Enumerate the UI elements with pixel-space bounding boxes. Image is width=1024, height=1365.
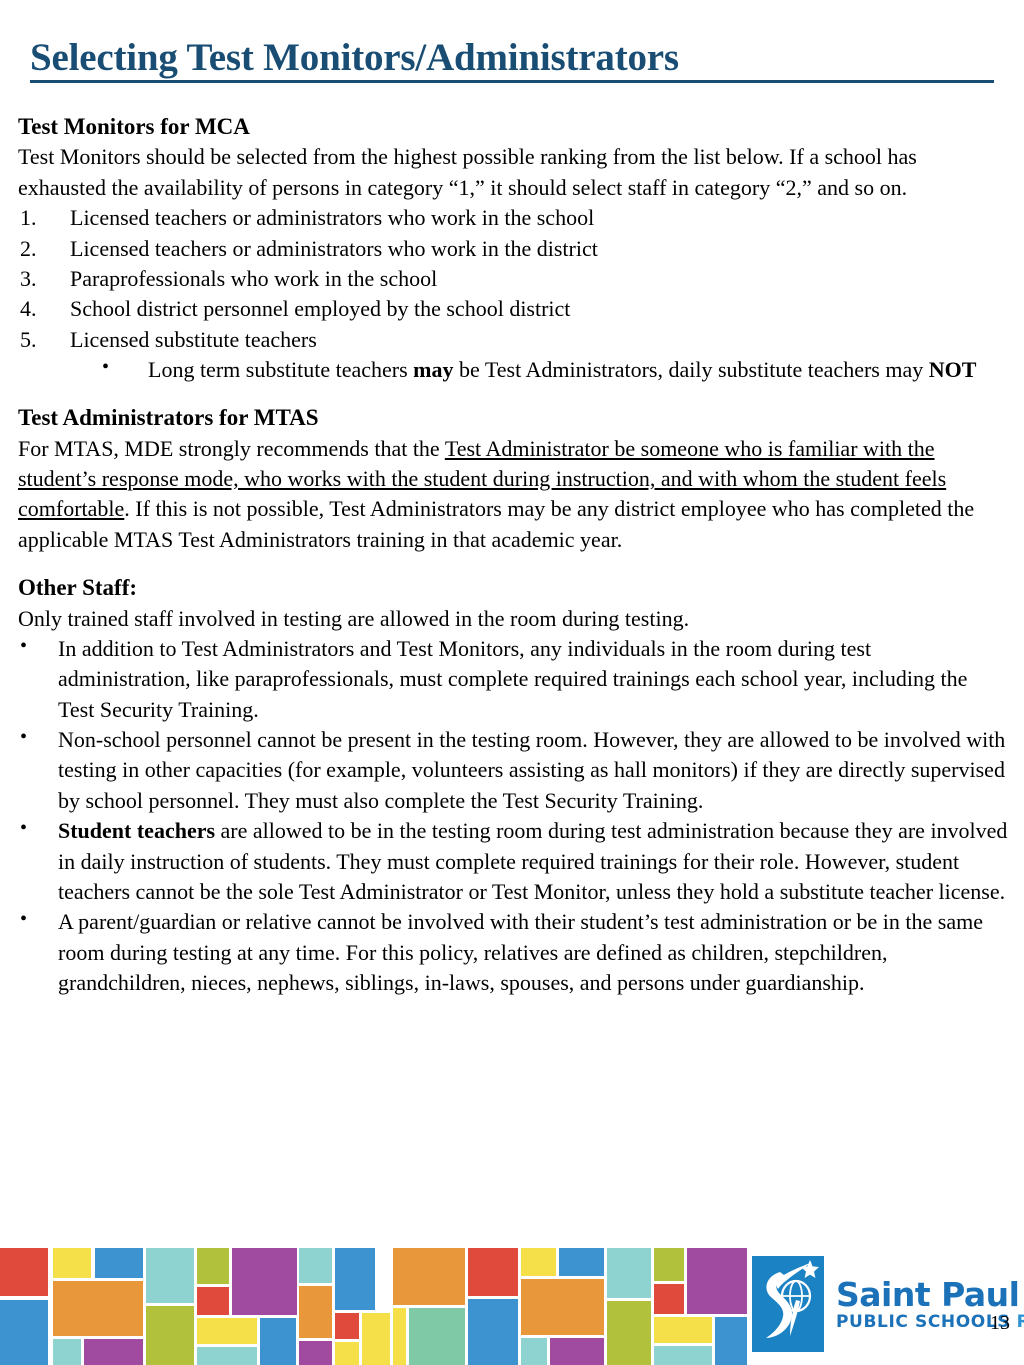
mtas-text-post: . If this is not possible, Test Administ…: [18, 496, 975, 552]
mosaic-tile: [654, 1284, 684, 1314]
sub-bullet-emphasis-may: may: [413, 356, 454, 382]
list-item-number: 3.: [20, 265, 37, 291]
mosaic-tile: [232, 1248, 297, 1315]
mosaic-tile: [468, 1248, 518, 1296]
bullet-bold-lead: Student teachers: [58, 818, 216, 844]
mosaic-tile: [559, 1248, 604, 1276]
mosaic-tile: [84, 1339, 143, 1365]
list-other-staff: • In addition to Test Administrators and…: [18, 634, 1008, 998]
list-item: • A parent/guardian or relative cannot b…: [18, 907, 1008, 998]
slide-footer: Saint Paul PUBLIC SCHOOLS REA 13: [0, 1248, 1024, 1365]
mosaic-tile: [715, 1317, 747, 1365]
mosaic-tile: [468, 1299, 518, 1365]
sub-bullet-emphasis-not: NOT: [928, 356, 977, 382]
mosaic-tile: [654, 1346, 712, 1365]
list-item: • Non-school personnel cannot be present…: [18, 725, 1008, 816]
mosaic-tile: [654, 1248, 684, 1281]
mosaic-tile: [197, 1347, 257, 1365]
paragraph-mca-intro: Test Monitors should be selected from th…: [18, 144, 917, 200]
mosaic-tile: [197, 1287, 229, 1315]
mosaic-tile: [299, 1341, 332, 1365]
logo-name: Saint Paul: [836, 1274, 1020, 1314]
list-item: • In addition to Test Administrators and…: [18, 634, 1008, 725]
bullet-dot-icon: •: [20, 634, 28, 657]
mosaic-tile: [521, 1279, 604, 1335]
list-mca-sub-bullets: • Long term substitute teachers may be T…: [18, 355, 1008, 385]
bullet-dot-icon: •: [20, 726, 28, 749]
list-item-number: 1.: [20, 205, 37, 231]
title-underline-rule: [30, 79, 994, 83]
list-item-number: 5.: [20, 326, 37, 352]
slide-page: Selecting Test Monitors/Administrators T…: [0, 0, 1024, 1365]
mosaic-tile: [260, 1318, 296, 1365]
mosaic-tile: [687, 1248, 747, 1314]
heading-test-administrators-mtas: Test Administrators for MTAS: [18, 405, 319, 431]
paragraph-other-staff-intro: Only trained staff involved in testing a…: [18, 605, 690, 631]
mosaic-tile: [0, 1248, 48, 1296]
mosaic-tile: [53, 1248, 91, 1278]
mosaic-tile: [409, 1308, 465, 1365]
mosaic-tile: [53, 1339, 81, 1365]
spps-logo-mark-icon: [752, 1256, 824, 1352]
logo-subtitle-main: PUBLIC SCHOOLS: [836, 1311, 1011, 1332]
list-mca-ranking: 1. Licensed teachers or administrators w…: [18, 203, 1008, 355]
list-item-label: Licensed substitute teachers: [70, 326, 317, 352]
mosaic-tile: [146, 1306, 194, 1365]
list-item: • Long term substitute teachers may be T…: [18, 355, 1008, 385]
spps-swoosh-globe-star-icon: [766, 1260, 819, 1338]
list-item: 5. Licensed substitute teachers: [18, 325, 1008, 355]
mosaic-tile: [53, 1281, 143, 1336]
list-item: 3. Paraprofessionals who work in the sch…: [18, 264, 1008, 294]
list-item: 2. Licensed teachers or administrators w…: [18, 234, 1008, 264]
mosaic-tile: [95, 1248, 143, 1278]
list-item: 1. Licensed teachers or administrators w…: [18, 203, 1008, 233]
mosaic-tile: [335, 1342, 359, 1365]
bullet-text: In addition to Test Administrators and T…: [58, 635, 968, 722]
page-title: Selecting Test Monitors/Administrators: [30, 36, 679, 79]
mosaic-tile: [521, 1248, 556, 1276]
list-item-label: Paraprofessionals who work in the school: [70, 265, 438, 291]
list-item-number: 2.: [20, 235, 37, 261]
mosaic-tile: [393, 1308, 406, 1365]
list-item: • Student teachers are allowed to be in …: [18, 816, 1008, 907]
mosaic-tile: [521, 1338, 547, 1365]
mosaic-tile: [393, 1248, 465, 1305]
mosaic-tile: [607, 1301, 651, 1365]
heading-test-monitors-mca: Test Monitors for MCA: [18, 114, 250, 139]
footer-mosaic-decoration: [0, 1248, 760, 1365]
bullet-text: Non-school personnel cannot be present i…: [58, 727, 1006, 813]
paragraph-mtas: For MTAS, MDE strongly recommends that t…: [18, 434, 1008, 555]
list-item: 4. School district personnel employed by…: [18, 294, 1008, 324]
bullet-dot-icon: •: [20, 908, 28, 931]
mosaic-tile: [335, 1313, 359, 1339]
list-item-label: School district personnel employed by th…: [70, 296, 571, 322]
mosaic-tile: [146, 1248, 194, 1303]
bullet-dot-icon: •: [102, 355, 110, 378]
slide-body: Test Monitors for MCA Test Monitors shou…: [18, 112, 1008, 998]
heading-other-staff: Other Staff:: [18, 575, 138, 601]
bullet-text: A parent/guardian or relative cannot be …: [58, 909, 983, 995]
mosaic-tile: [299, 1286, 332, 1338]
mosaic-tile: [550, 1338, 604, 1365]
saint-paul-public-schools-logo: Saint Paul PUBLIC SCHOOLS REA: [752, 1256, 1024, 1352]
mosaic-tile: [654, 1317, 712, 1343]
bullet-dot-icon: •: [20, 817, 28, 840]
mosaic-tile: [0, 1300, 48, 1365]
list-item-label: Licensed teachers or administrators who …: [70, 205, 595, 231]
mosaic-tile: [197, 1248, 229, 1284]
sub-bullet-text-pre: Long term substitute teachers: [148, 356, 414, 382]
mtas-text-pre: For MTAS, MDE strongly recommends that t…: [18, 435, 445, 461]
logo-subtitle-rea: REA: [1016, 1311, 1024, 1332]
mosaic-tile: [362, 1313, 390, 1365]
page-number: 13: [990, 1312, 1010, 1334]
mosaic-tile: [197, 1318, 257, 1344]
title-block: Selecting Test Monitors/Administrators: [30, 36, 994, 83]
list-item-number: 4.: [20, 296, 37, 322]
list-item-label: Licensed teachers or administrators who …: [70, 235, 598, 261]
mosaic-tile: [299, 1248, 332, 1283]
mosaic-tile: [607, 1248, 651, 1298]
mosaic-tile: [335, 1248, 375, 1310]
sub-bullet-text-mid: be Test Administrators, daily substitute…: [453, 356, 929, 382]
